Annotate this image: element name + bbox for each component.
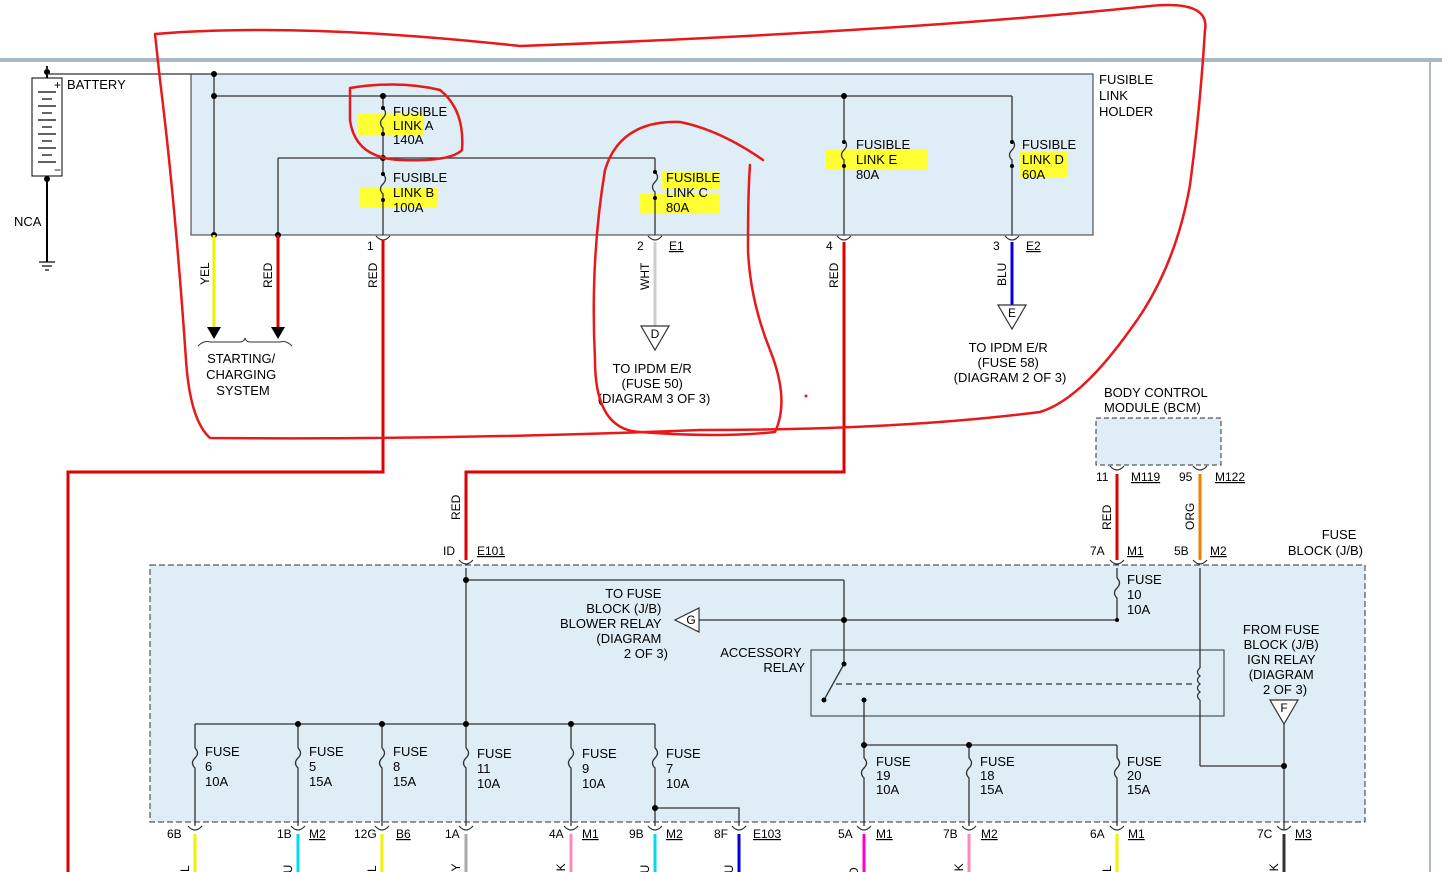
bottom-pin-6a: 6A xyxy=(1090,827,1105,841)
connector-g-letter: G xyxy=(686,613,695,627)
bottom-wire-label-7b: NK xyxy=(952,863,966,872)
wire-label-red-1: RED xyxy=(261,262,275,288)
bcm-pin-2: 95 xyxy=(1179,470,1193,484)
fuse-block-label: FUSE BLOCK (J/B) xyxy=(1288,527,1363,558)
fusible-holder-label: FUSIBLE LINK HOLDER xyxy=(1099,72,1157,119)
bottom-pin-5a-conn: M1 xyxy=(876,827,893,841)
bottom-pin-7c: 7C xyxy=(1257,827,1273,841)
holder-terminal-3-conn: E2 xyxy=(1026,239,1041,253)
wire-label-yel: YEL xyxy=(198,262,212,285)
wire-label-red-5: RED xyxy=(1100,504,1114,530)
bottom-pin-6a-conn: M1 xyxy=(1128,827,1145,841)
bottom-pin-9b: 9B xyxy=(629,827,644,841)
wire-label-blu: BLU xyxy=(995,263,1009,286)
starting-system-brace xyxy=(197,337,293,347)
bottom-pin-7b-conn: M2 xyxy=(981,827,998,841)
bcm-pin-2-conn: M122 xyxy=(1215,470,1245,484)
bottom-pin-12g-conn: B6 xyxy=(396,827,411,841)
fuse-block-terminal-5b-conn: M2 xyxy=(1210,544,1227,558)
bottom-wire-label-5a: IO xyxy=(847,867,861,872)
connector-e-letter: E xyxy=(1008,306,1016,320)
wire-label-org: ORG xyxy=(1183,503,1197,530)
bottom-pin-1b: 1B xyxy=(277,827,292,841)
bcm-label: BODY CONTROL MODULE (BCM) xyxy=(1104,385,1211,415)
wiring-diagram: + − BATTERY NCA FUSIBLE LINK HOLDER FUSI… xyxy=(0,3,1442,872)
arrow-starting-1 xyxy=(207,327,221,339)
fuse-block-terminal-7a: 7A xyxy=(1090,544,1105,558)
ipdm-fuse58-label: TO IPDM E/R (FUSE 58) (DIAGRAM 2 OF 3) xyxy=(954,340,1067,385)
bottom-wire-label-6a: EL xyxy=(1100,865,1114,872)
wire-label-wht: WHT xyxy=(638,262,652,290)
bottom-wire-label-4a: NK xyxy=(554,863,568,872)
bottom-wire-label-12g: EL xyxy=(365,865,379,872)
bottom-pin-5a: 5A xyxy=(838,827,853,841)
bottom-pin-7b: 7B xyxy=(943,827,958,841)
annotation-dot xyxy=(804,394,808,398)
bottom-wire-label-8f: LU xyxy=(722,865,736,872)
bottom-pin-1b-conn: M2 xyxy=(309,827,326,841)
fuse-block-terminal-7a-conn: M1 xyxy=(1127,544,1144,558)
bottom-pin-12g: 12G xyxy=(354,827,377,841)
bottom-pin-1a: 1A xyxy=(445,827,460,841)
fuse-block-terminal-id-conn: E101 xyxy=(477,544,505,558)
bottom-wire-label-6b: EL xyxy=(178,865,192,872)
bottom-wire-label-1a: RY xyxy=(449,864,463,872)
ipdm-fuse50-label: TO IPDM E/R (FUSE 50) (DIAGRAM 3 OF 3) xyxy=(598,361,711,406)
bottom-pin-8f: 8F xyxy=(714,827,728,841)
bottom-pin-6b: 6B xyxy=(167,827,182,841)
holder-terminal-2: 2 xyxy=(637,239,644,253)
holder-terminal-marks xyxy=(375,235,1020,241)
bcm-pin-1: 11 xyxy=(1096,470,1109,484)
bottom-pin-8f-conn: E103 xyxy=(753,827,781,841)
bottom-wire-label-9b: LU xyxy=(638,865,652,872)
bottom-pin-4a: 4A xyxy=(549,827,564,841)
wire-label-red-3: RED xyxy=(827,262,841,288)
battery-plus: + xyxy=(54,78,61,92)
fuse-block-box xyxy=(149,564,1366,823)
starting-system-label: STARTING/ CHARGING SYSTEM xyxy=(206,351,280,398)
bottom-wire-label-7c: NK xyxy=(1267,863,1281,872)
holder-terminal-2-conn: E1 xyxy=(669,239,684,253)
ground-label: NCA xyxy=(14,214,42,229)
battery-minus: − xyxy=(54,163,61,177)
fuse-block-top-terminal-marks xyxy=(458,559,1208,565)
bcm-box xyxy=(1095,417,1222,466)
arrow-starting-2 xyxy=(271,327,285,339)
fuse-block-terminal-id: ID xyxy=(443,544,455,558)
connector-d-letter: D xyxy=(651,327,660,341)
holder-terminal-3: 3 xyxy=(993,239,1000,253)
bottom-wire-label-1b: LU xyxy=(281,865,295,872)
page-top-border xyxy=(0,58,1442,62)
bottom-pin-4a-conn: M1 xyxy=(582,827,599,841)
wire-label-red-4: RED xyxy=(449,494,463,520)
wire-label-red-2: RED xyxy=(366,262,380,288)
connector-f-letter: F xyxy=(1280,701,1287,715)
holder-terminal-1: 1 xyxy=(367,239,374,253)
bottom-pin-7c-conn: M3 xyxy=(1295,827,1312,841)
holder-terminal-4: 4 xyxy=(826,239,833,253)
bcm-pin-1-conn: M119 xyxy=(1131,470,1160,484)
fuse-block-terminal-5b: 5B xyxy=(1174,544,1189,558)
battery-label: BATTERY xyxy=(67,77,126,92)
bottom-pin-9b-conn: M2 xyxy=(666,827,683,841)
